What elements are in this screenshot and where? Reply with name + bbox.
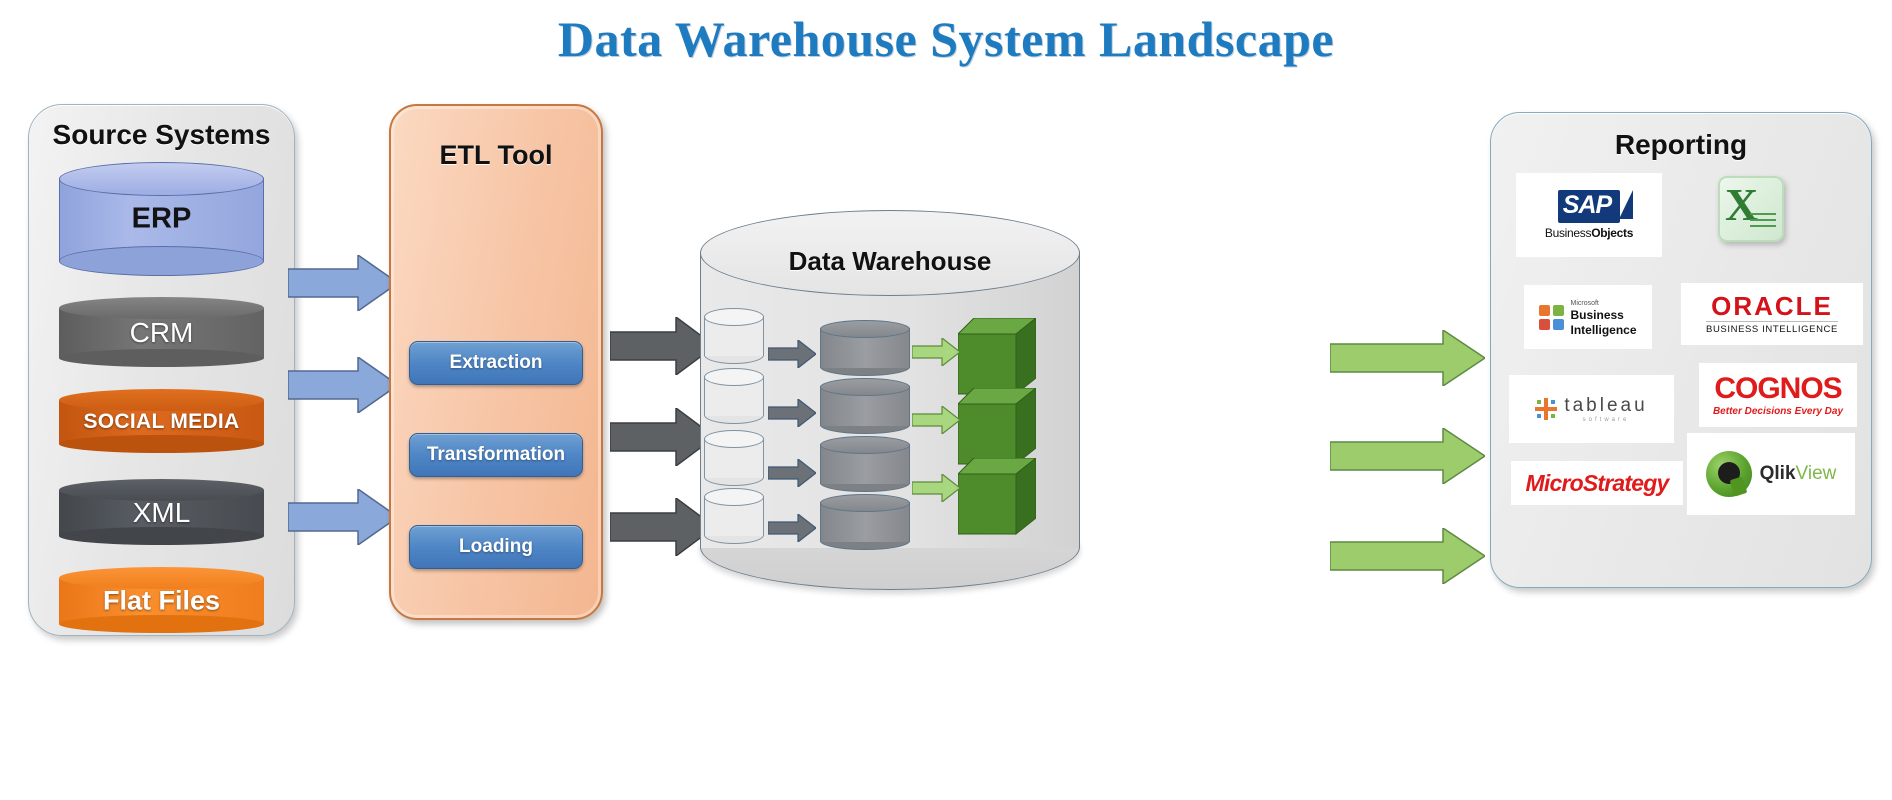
arrow-source-to-etl-1	[288, 255, 398, 311]
tableau-mark-icon	[1535, 398, 1558, 420]
sap-business-objects-label: BusinessObjects	[1544, 226, 1634, 240]
arrow-dw-to-reporting-1	[1330, 330, 1485, 386]
excel-tile: X	[1718, 176, 1784, 242]
oracle-wordmark: ORACLE	[1711, 291, 1833, 321]
sap-wordmark: SAP	[1557, 190, 1634, 223]
etl-tool-heading: ETL Tool	[439, 140, 553, 170]
dw-staging-cylinder	[704, 430, 764, 486]
sap-logo[interactable]: SAP BusinessObjects	[1516, 173, 1662, 257]
source-item-erp-label: ERP	[131, 202, 192, 235]
etl-step-transformation[interactable]: Transformation	[409, 433, 583, 477]
reporting-heading: Reporting	[1614, 129, 1748, 160]
source-item-crm[interactable]: CRM	[59, 297, 264, 367]
source-systems-heading: Source Systems	[52, 119, 271, 150]
cognos-tagline: Better Decisions Every Day	[1712, 405, 1844, 417]
microsoft-squares-icon	[1539, 304, 1565, 330]
tableau-logo[interactable]: tableau software	[1509, 375, 1674, 443]
etl-step-extraction[interactable]: Extraction	[409, 341, 583, 385]
etl-step-extraction-label: Extraction	[449, 352, 543, 373]
xml-cylinder-bottom	[59, 527, 264, 545]
crm-cylinder-bottom	[59, 349, 264, 367]
source-item-xml[interactable]: XML	[59, 479, 264, 545]
etl-step-transformation-label: Transformation	[426, 444, 566, 465]
cognos-wordmark: COGNOS	[1714, 371, 1842, 405]
dw-inner-gray-arrow	[768, 340, 816, 368]
source-item-erp[interactable]: ERP	[59, 162, 264, 276]
etl-step-loading[interactable]: Loading	[409, 525, 583, 569]
dw-core-cylinder	[820, 378, 910, 434]
etl-tool-panel: ETL Tool Extraction Transformation Loadi…	[389, 104, 603, 620]
data-warehouse-heading: Data Warehouse	[788, 246, 992, 276]
erp-cylinder-bottom	[59, 246, 264, 276]
dw-core-cylinder	[820, 494, 910, 550]
dw-staging-cylinder	[704, 368, 764, 424]
microsoft-bi-label: Microsoft Business Intelligence	[1570, 300, 1637, 337]
crm-cylinder-top	[59, 297, 264, 319]
dw-inner-green-arrow	[912, 474, 960, 502]
diagram-canvas: Data Warehouse System Landscape Source S…	[0, 0, 1892, 800]
source-item-crm-label: CRM	[129, 317, 194, 349]
oracle-bi-sublabel: BUSINESS INTELLIGENCE	[1706, 321, 1838, 335]
qlikview-logo[interactable]: QlikView	[1687, 433, 1855, 515]
microsoft-bi-logo[interactable]: Microsoft Business Intelligence	[1524, 285, 1652, 349]
arrow-dw-to-reporting-3	[1330, 528, 1485, 584]
etl-step-loading-label: Loading	[459, 536, 533, 557]
source-systems-panel: Source Systems ERP CRM SOCIAL MEDIA XML …	[28, 104, 295, 636]
source-item-flat-files[interactable]: Flat Files	[59, 567, 264, 633]
tableau-sublabel: software	[1582, 417, 1630, 423]
page-title: Data Warehouse System Landscape	[557, 11, 1335, 67]
dw-inner-gray-arrow	[768, 514, 816, 542]
excel-sheet-lines	[1750, 213, 1776, 231]
source-item-flat-files-label: Flat Files	[102, 585, 221, 616]
excel-logo[interactable]: X	[1706, 163, 1796, 255]
data-warehouse-cylinder[interactable]: Data Warehouse	[700, 210, 1080, 590]
dw-staging-cylinder	[704, 308, 764, 364]
social-media-cylinder-bottom	[59, 435, 264, 453]
dw-inner-gray-arrow	[768, 459, 816, 487]
tableau-wordmark: tableau	[1564, 395, 1648, 416]
arrow-source-to-etl-2	[288, 357, 398, 413]
source-item-social-media[interactable]: SOCIAL MEDIA	[59, 389, 264, 453]
erp-cylinder-top	[59, 162, 264, 196]
oracle-bi-logo[interactable]: ORACLE BUSINESS INTELLIGENCE	[1681, 283, 1863, 345]
dw-core-cylinder	[820, 320, 910, 376]
dw-data-mart-cube	[956, 456, 1038, 541]
cognos-logo[interactable]: COGNOS Better Decisions Every Day	[1699, 363, 1857, 427]
flat-files-cylinder-bottom	[59, 615, 264, 633]
dw-inner-green-arrow	[912, 338, 960, 366]
source-item-xml-label: XML	[132, 497, 191, 529]
reporting-panel: Reporting SAP BusinessObjects X Microsof…	[1490, 112, 1872, 588]
microstrategy-logo[interactable]: MicroStrategy	[1511, 461, 1683, 505]
dw-inner-gray-arrow	[768, 399, 816, 427]
microstrategy-wordmark: MicroStrategy	[1525, 469, 1670, 496]
arrow-source-to-etl-3	[288, 489, 398, 545]
dw-staging-cylinder	[704, 488, 764, 544]
source-item-social-media-label: SOCIAL MEDIA	[83, 410, 240, 434]
qlikview-mark-icon	[1705, 451, 1752, 497]
arrow-dw-to-reporting-2	[1330, 428, 1485, 484]
social-media-cylinder-top	[59, 389, 264, 411]
dw-core-cylinder	[820, 436, 910, 492]
dw-inner-green-arrow	[912, 406, 960, 434]
qlikview-wordmark: QlikView	[1759, 463, 1837, 484]
